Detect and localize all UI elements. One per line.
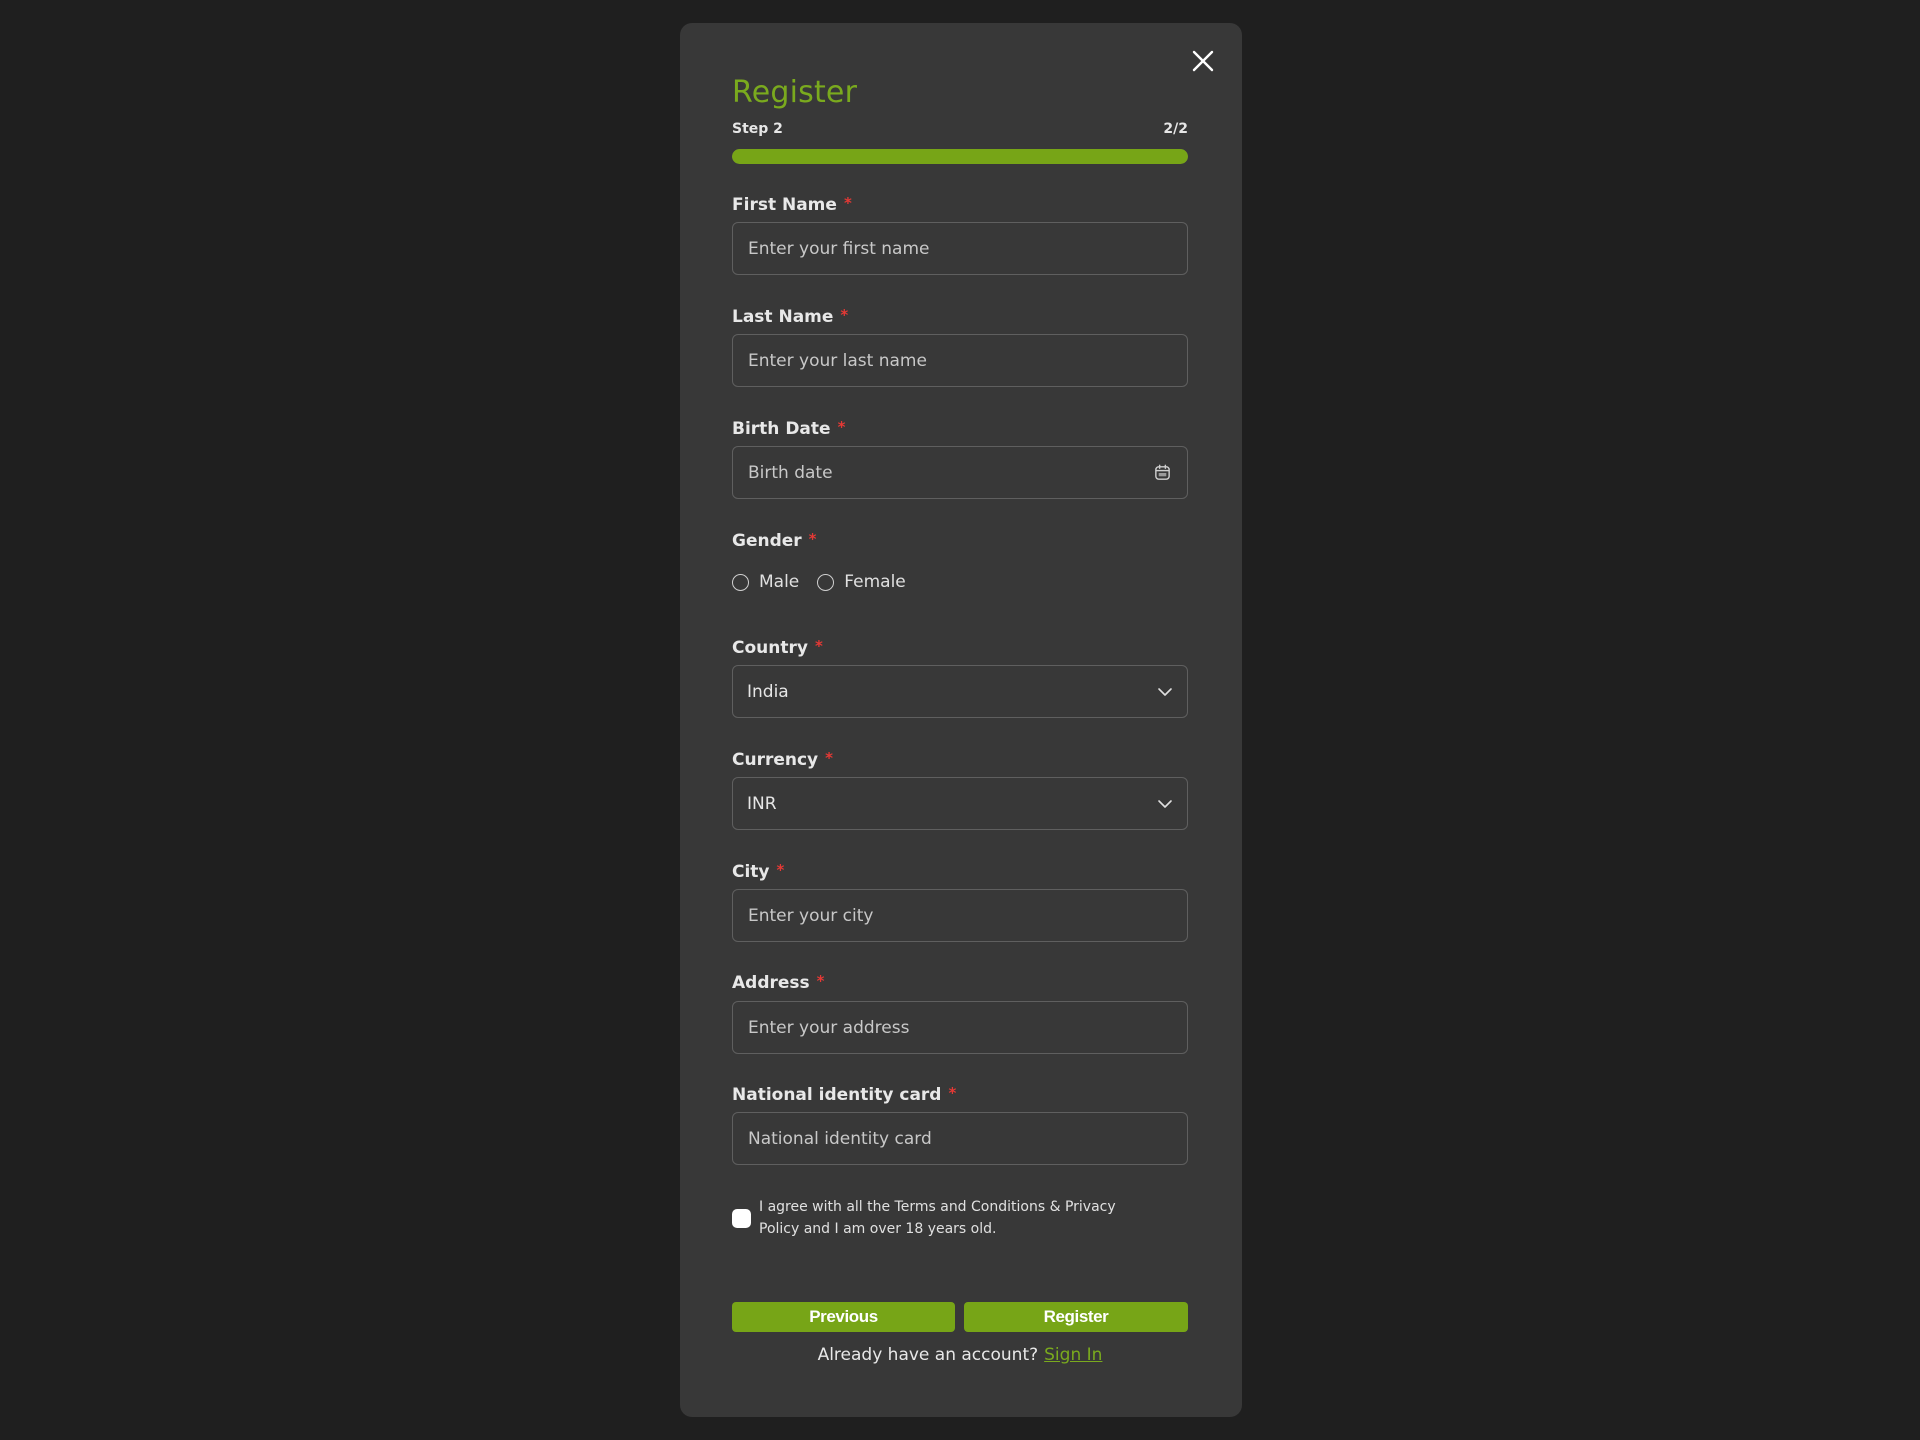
required-mark: *	[808, 530, 817, 548]
gender-option-female[interactable]: Female	[817, 572, 906, 592]
address-label: Address *	[732, 972, 825, 994]
city-field[interactable]	[732, 889, 1188, 942]
gender-option-male[interactable]: Male	[732, 572, 799, 592]
required-mark: *	[837, 418, 846, 436]
gender-label-text: Gender	[732, 531, 802, 551]
country-label: Country *	[732, 637, 823, 659]
required-mark: *	[814, 637, 823, 655]
last-name-field[interactable]	[732, 334, 1188, 387]
signin-prompt: Already have an account? Sign In	[732, 1344, 1188, 1366]
radio-label: Female	[844, 572, 906, 592]
country-label-text: Country	[732, 638, 808, 658]
national-id-input[interactable]	[733, 1113, 1187, 1164]
required-mark: *	[816, 972, 825, 990]
first-name-label: First Name *	[732, 194, 852, 216]
currency-value: INR	[747, 794, 777, 814]
birth-date-input[interactable]	[733, 447, 1187, 498]
radio-button[interactable]	[817, 573, 835, 591]
required-mark: *	[840, 306, 849, 324]
signin-prompt-text: Already have an account?	[817, 1345, 1039, 1365]
birth-date-field[interactable]	[732, 446, 1188, 499]
register-button[interactable]: Register	[964, 1302, 1188, 1332]
address-field[interactable]	[732, 1001, 1188, 1054]
previous-button[interactable]: Previous	[732, 1302, 955, 1332]
currency-label-text: Currency	[732, 750, 819, 770]
progress-bar	[732, 149, 1188, 164]
first-name-field[interactable]	[732, 222, 1188, 275]
currency-select[interactable]: INR	[732, 777, 1188, 830]
terms-agreement: I agree with all the Terms and Condition…	[732, 1196, 1188, 1240]
step-label: Step 2	[732, 121, 783, 137]
last-name-input[interactable]	[733, 335, 1187, 386]
gender-label: Gender *	[732, 530, 817, 552]
city-label-text: City	[732, 862, 770, 882]
first-name-label-text: First Name	[732, 195, 837, 215]
national-id-label: National identity card *	[732, 1084, 956, 1106]
first-name-input[interactable]	[733, 223, 1187, 274]
gender-radio-group: Male Female	[732, 570, 924, 594]
terms-checkbox[interactable]	[732, 1209, 751, 1228]
last-name-label-text: Last Name	[732, 307, 834, 327]
chevron-down-icon	[1158, 800, 1172, 808]
national-id-label-text: National identity card	[732, 1085, 942, 1105]
required-mark: *	[825, 749, 833, 767]
address-input[interactable]	[733, 1002, 1187, 1053]
currency-label: Currency *	[732, 749, 833, 771]
required-mark: *	[843, 194, 852, 212]
address-label-text: Address	[732, 973, 810, 993]
sign-in-link[interactable]: Sign In	[1044, 1345, 1102, 1365]
country-value: India	[747, 682, 789, 702]
step-count: 2/2	[1163, 121, 1188, 137]
required-mark: *	[948, 1084, 957, 1102]
close-icon	[1192, 50, 1214, 72]
close-button[interactable]	[1190, 48, 1216, 74]
progress-fill	[732, 149, 1188, 164]
birth-date-label: Birth Date *	[732, 418, 845, 440]
birth-date-label-text: Birth Date	[732, 419, 831, 439]
national-id-field[interactable]	[732, 1112, 1188, 1165]
required-mark: *	[776, 861, 785, 879]
terms-text: I agree with all the Terms and Condition…	[759, 1199, 1116, 1237]
modal-title: Register	[732, 75, 858, 110]
radio-button[interactable]	[732, 573, 749, 591]
last-name-label: Last Name *	[732, 306, 848, 328]
city-input[interactable]	[733, 890, 1187, 941]
chevron-down-icon	[1158, 688, 1172, 696]
city-label: City *	[732, 861, 784, 883]
country-select[interactable]: India	[732, 665, 1188, 718]
calendar-icon[interactable]	[1153, 463, 1172, 482]
radio-label: Male	[759, 572, 800, 592]
